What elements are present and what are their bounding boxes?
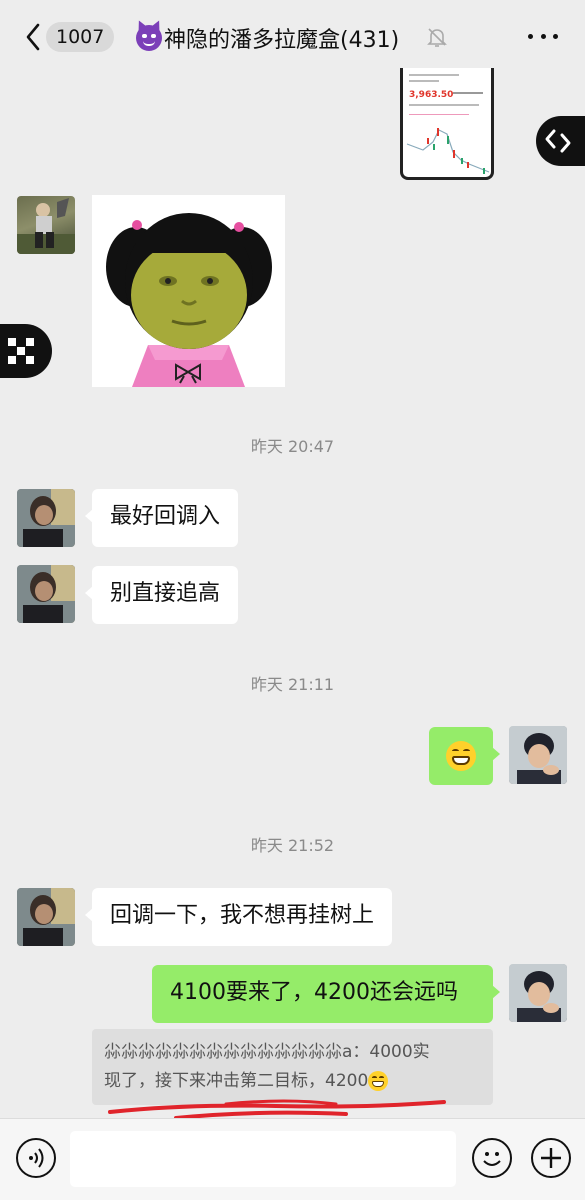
share-arrows-icon [545,129,571,153]
avatar-image [17,489,75,547]
shared-image-message[interactable]: 3,963.50 [400,68,494,180]
bell-slash-icon [427,28,447,47]
more-actions-button[interactable] [531,1138,571,1178]
quote-line-2: 现了，接下来冲击第二目标，4200 [104,1067,481,1096]
message-bubble[interactable]: 最好回调入 [84,489,239,547]
avatar-image [17,565,75,623]
grinning-face-icon [368,1071,389,1091]
emoji-button[interactable] [472,1138,512,1178]
voice-icon [29,1148,44,1168]
sender-avatar[interactable] [17,565,75,623]
chat-title[interactable]: 神隐的潘多拉魔盒(431) [136,20,399,56]
message-bubble[interactable]: 回调一下，我不想再挂树上 [84,888,393,946]
avatar-image [509,726,567,784]
sender-avatar[interactable] [17,489,75,547]
quote-line-1: 尛尛尛尛尛尛尛尛尛尛尛尛尛尛a：4000实 [104,1042,430,1062]
my-avatar[interactable] [509,964,567,1022]
stock-price-text: 3,963.50 [409,90,454,100]
floating-qr-button[interactable] [0,324,52,378]
more-dots-icon [528,34,533,39]
my-avatar[interactable] [509,726,567,784]
stock-chart-icon [406,128,490,174]
smiling-face-with-horns-icon [136,25,162,51]
group-name: 神隐的潘多拉魔盒(431) [164,28,400,53]
cartoon-girl-sticker-icon [92,195,285,387]
plus-icon [541,1148,561,1168]
chat-header: 1007 神隐的潘多拉魔盒(431) [0,0,585,72]
sticker-message[interactable] [92,195,285,387]
smiley-icon [483,1152,501,1166]
avatar-image [17,198,75,254]
message-input[interactable] [70,1131,456,1187]
input-bar [0,1118,585,1200]
avatar-image [509,964,567,1022]
back-button[interactable] [18,20,48,54]
floating-share-button[interactable] [536,116,585,166]
timestamp: 昨天 21:11 [250,675,335,694]
qr-code-icon [8,338,34,364]
message-bubble[interactable]: 别直接追高 [84,566,239,624]
timestamp: 昨天 20:47 [250,437,335,456]
chevron-left-icon [26,23,40,51]
voice-button[interactable] [16,1138,56,1178]
sender-avatar[interactable] [17,196,75,254]
my-emoji-bubble[interactable] [429,727,500,785]
grinning-face-icon [446,741,476,771]
sender-avatar[interactable] [17,888,75,946]
my-message-bubble[interactable]: 4100要来了，4200还会远吗 [152,965,500,1023]
avatar-image [17,888,75,946]
timestamp: 昨天 21:52 [250,836,335,855]
more-button[interactable] [528,34,558,42]
unread-count-badge[interactable]: 1007 [46,22,115,52]
